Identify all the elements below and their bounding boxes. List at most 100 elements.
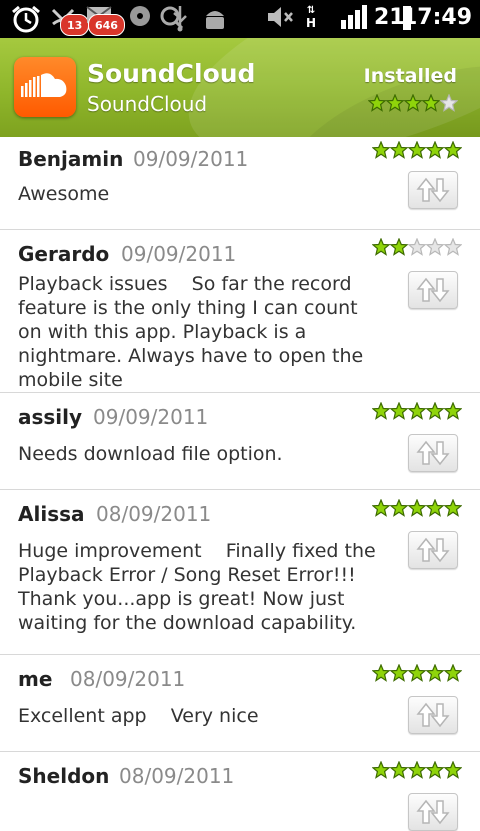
star-filled-icon xyxy=(371,760,391,779)
review-date: 09/09/2011 xyxy=(121,242,237,266)
media-disc-icon xyxy=(128,4,152,28)
notification-badge-1: 13 xyxy=(60,14,90,36)
review-author: assily xyxy=(18,405,83,429)
star-rating xyxy=(371,401,463,420)
vote-helpful-button[interactable] xyxy=(408,171,458,209)
star-filled-icon xyxy=(407,401,427,420)
star-filled-icon xyxy=(443,760,463,779)
review-text: Excellent app Very nice xyxy=(18,705,259,727)
star-rating xyxy=(371,663,463,682)
review-rating xyxy=(371,498,463,521)
star-filled-icon xyxy=(443,401,463,420)
status-bar: 13 646 ⇅ H 21 17:49 xyxy=(0,0,480,38)
star-filled-icon xyxy=(403,93,423,112)
network-type-indicator: ⇅ H xyxy=(306,5,317,31)
alarm-clock-icon xyxy=(10,4,42,34)
star-filled-icon xyxy=(371,663,391,682)
star-filled-icon xyxy=(407,140,427,159)
star-filled-icon xyxy=(425,401,445,420)
vote-helpful-button[interactable] xyxy=(408,434,458,472)
vote-helpful-button[interactable] xyxy=(408,793,458,831)
star-filled-icon xyxy=(371,140,391,159)
star-filled-icon xyxy=(407,663,427,682)
vote-updown-icon xyxy=(416,799,450,825)
star-filled-icon xyxy=(389,498,409,517)
review-text: Awesome xyxy=(18,183,110,205)
star-filled-icon xyxy=(385,93,405,112)
vote-updown-icon xyxy=(416,702,450,728)
star-filled-icon xyxy=(389,760,409,779)
signal-strength-icon xyxy=(340,4,368,30)
review-author: Benjamin xyxy=(18,147,124,171)
review-item[interactable]: Benjamin 09/09/2011 Awesome xyxy=(0,137,480,230)
review-date: 09/09/2011 xyxy=(93,405,209,429)
star-filled-icon xyxy=(421,93,441,112)
review-rating xyxy=(371,663,463,686)
star-filled-icon xyxy=(389,140,409,159)
star-filled-icon xyxy=(425,760,445,779)
app-header[interactable]: SoundCloud SoundCloud Installed xyxy=(0,38,480,137)
review-text: Huge improvement Finally fixed the Playb… xyxy=(18,540,382,634)
app-title: SoundCloud xyxy=(87,59,256,88)
star-rating xyxy=(371,140,463,159)
signal-number: 21 xyxy=(374,5,405,30)
star-filled-icon xyxy=(371,401,391,420)
review-date: 09/09/2011 xyxy=(133,147,249,171)
review-rating xyxy=(371,140,463,163)
review-text: Needs download file option. xyxy=(18,443,283,465)
star-empty-icon xyxy=(407,237,427,256)
review-item[interactable]: assily 09/09/2011 Needs download file opti… xyxy=(0,392,480,490)
review-author: Alissa xyxy=(18,502,85,526)
vote-updown-icon xyxy=(416,537,450,563)
app-developer: SoundCloud xyxy=(87,92,208,116)
review-item[interactable]: Alissa 08/09/2011 Huge improvement Finally… xyxy=(0,489,480,655)
star-filled-icon xyxy=(443,498,463,517)
vote-updown-icon xyxy=(416,440,450,466)
vote-updown-icon xyxy=(416,177,450,203)
star-filled-icon xyxy=(443,663,463,682)
star-filled-icon xyxy=(407,498,427,517)
vote-updown-icon xyxy=(416,277,450,303)
review-rating xyxy=(371,401,463,424)
install-status: Installed xyxy=(363,65,457,87)
notification-badge-2: 646 xyxy=(88,14,125,36)
app-rating xyxy=(367,93,459,116)
star-filled-icon xyxy=(425,663,445,682)
review-author: Gerardo xyxy=(18,242,110,266)
vote-helpful-button[interactable] xyxy=(408,531,458,569)
review-item[interactable]: Sheldon 08/09/2011 xyxy=(0,751,480,831)
star-rating xyxy=(371,498,463,517)
star-empty-icon xyxy=(425,237,445,256)
review-date: 08/09/2011 xyxy=(96,502,212,526)
soundcloud-app-icon xyxy=(14,57,76,117)
star-filled-icon xyxy=(425,140,445,159)
android-debug-icon xyxy=(202,4,228,32)
review-rating xyxy=(371,760,463,783)
review-author: Sheldon xyxy=(18,764,110,788)
review-date: 08/09/2011 xyxy=(70,667,186,691)
star-filled-icon xyxy=(443,140,463,159)
review-text: Playback issues So far the record featur… xyxy=(18,273,370,391)
star-empty-icon xyxy=(439,93,459,112)
star-rating xyxy=(371,760,463,779)
star-filled-icon xyxy=(389,663,409,682)
review-item[interactable]: Gerardo 09/09/2011 Playback issues So far … xyxy=(0,229,480,393)
review-date: 08/09/2011 xyxy=(119,764,235,788)
vote-helpful-button[interactable] xyxy=(408,271,458,309)
star-rating xyxy=(367,93,459,112)
star-filled-icon xyxy=(389,401,409,420)
star-empty-icon xyxy=(443,237,463,256)
star-filled-icon xyxy=(407,760,427,779)
usb-icon xyxy=(170,4,190,32)
star-filled-icon xyxy=(367,93,387,112)
star-rating xyxy=(371,237,463,256)
mute-icon xyxy=(266,4,294,30)
network-type-label: H xyxy=(306,16,317,30)
star-filled-icon xyxy=(371,498,391,517)
star-filled-icon xyxy=(371,237,391,256)
star-filled-icon xyxy=(389,237,409,256)
vote-helpful-button[interactable] xyxy=(408,696,458,734)
star-filled-icon xyxy=(425,498,445,517)
review-item[interactable]: me 08/09/2011 Excellent app Very nice xyxy=(0,654,480,752)
review-rating xyxy=(371,237,463,260)
